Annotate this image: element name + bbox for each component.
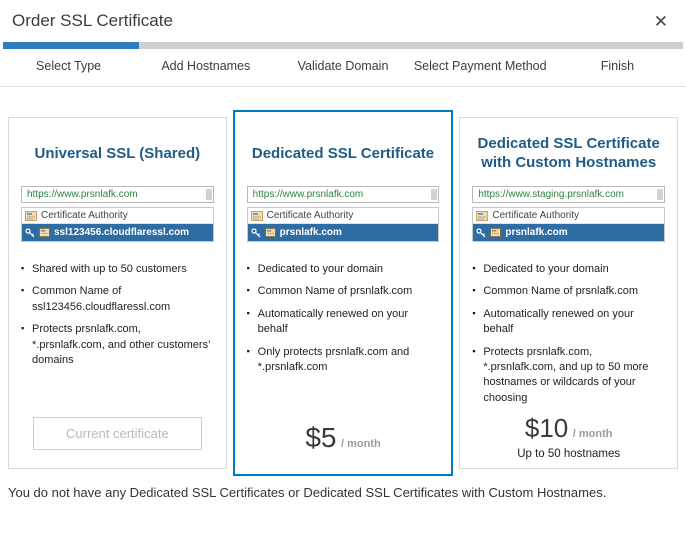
certificate-icon bbox=[476, 210, 489, 221]
card-title: Dedicated SSL Certificate bbox=[251, 144, 435, 162]
certificate-icon bbox=[25, 210, 37, 221]
certificate-list: Certificate Authority prsnlafk.com bbox=[472, 207, 666, 242]
url-text: https://www.prsnlafk.com bbox=[27, 189, 138, 200]
feature-item: Common Name of ssl123456.cloudflaressl.c… bbox=[21, 284, 214, 315]
close-icon[interactable]: ✕ bbox=[650, 11, 672, 32]
certificate-authority-label: Certificate Authority bbox=[492, 210, 580, 221]
feature-item: Automatically renewed on your behalf bbox=[472, 307, 665, 338]
price-unit: / month bbox=[340, 438, 381, 450]
certificate-name: ssl123456.cloudflaressl.com bbox=[54, 227, 190, 238]
step-add-hostnames: Add Hostnames bbox=[161, 59, 251, 73]
hostname-limit-note: Up to 50 hostnames bbox=[517, 448, 621, 461]
certificate-authority-row: Certificate Authority bbox=[247, 208, 439, 224]
price-unit: / month bbox=[572, 428, 613, 441]
address-bar: https://www.staging.prsnlafk.com bbox=[472, 186, 666, 203]
progress-fill bbox=[3, 42, 139, 49]
certificate-name: prsnlafk.com bbox=[505, 227, 568, 238]
price-amount: $5 bbox=[305, 422, 337, 453]
url-text: https://www.prsnlafk.com bbox=[252, 189, 364, 200]
card-dedicated-ssl-custom-hostnames[interactable]: Dedicated SSL Certificate with Custom Ho… bbox=[459, 117, 679, 469]
url-text: https://www.staging.prsnlafk.com bbox=[478, 189, 624, 200]
key-icon bbox=[25, 227, 35, 238]
address-bar: https://www.prsnlafk.com bbox=[21, 186, 214, 203]
key-icon bbox=[251, 227, 261, 238]
feature-item: Dedicated to your domain bbox=[472, 262, 665, 277]
browser-preview: https://www.prsnlafk.com Certificate Aut… bbox=[21, 186, 214, 242]
current-certificate-button[interactable]: Current certificate bbox=[32, 417, 203, 450]
feature-item: Shared with up to 50 customers bbox=[21, 262, 214, 277]
address-bar: https://www.prsnlafk.com bbox=[246, 186, 440, 203]
step-finish: Finish bbox=[600, 59, 635, 73]
feature-item: Protects prsnlafk.com, *.prsnlafk.com, a… bbox=[21, 322, 214, 368]
certificate-authority-label: Certificate Authority bbox=[41, 210, 128, 221]
price: $10 / month Up to 50 hostnames bbox=[472, 413, 665, 460]
certificate-name-row: ssl123456.cloudflaressl.com bbox=[22, 224, 213, 241]
scrollbar-nub bbox=[431, 189, 438, 200]
feature-list: Dedicated to your domain Common Name of … bbox=[247, 262, 440, 382]
feature-item: Automatically renewed on your behalf bbox=[247, 307, 440, 338]
header-divider bbox=[0, 86, 686, 87]
certificate-icon bbox=[250, 210, 263, 221]
step-select-type: Select Type bbox=[36, 59, 102, 73]
feature-list: Dedicated to your domain Common Name of … bbox=[472, 262, 665, 413]
step-nav: Select Type Add Hostnames Validate Domai… bbox=[0, 49, 686, 86]
certificate-name-row: prsnlafk.com bbox=[247, 224, 439, 241]
step-validate-domain: Validate Domain bbox=[297, 59, 389, 73]
page-title: Order SSL Certificate bbox=[12, 11, 173, 30]
scrollbar-nub bbox=[657, 189, 664, 200]
feature-item: Common Name of prsnlafk.com bbox=[247, 284, 440, 299]
certificate-authority-row: Certificate Authority bbox=[22, 208, 213, 224]
feature-item: Dedicated to your domain bbox=[247, 262, 440, 277]
browser-preview: https://www.staging.prsnlafk.com Certifi… bbox=[472, 186, 666, 242]
card-dedicated-ssl[interactable]: Dedicated SSL Certificate https://www.pr… bbox=[232, 110, 454, 476]
browser-preview: https://www.prsnlafk.com Certificate Aut… bbox=[246, 186, 440, 242]
feature-item: Protects prsnlafk.com, *.prsnlafk.com, a… bbox=[472, 345, 665, 407]
scrollbar-nub bbox=[205, 189, 212, 200]
card-universal-ssl[interactable]: Universal SSL (Shared) https://www.prsnl… bbox=[8, 117, 227, 469]
certificate-authority-row: Certificate Authority bbox=[473, 208, 665, 224]
price: $5 / month bbox=[247, 422, 440, 454]
plan-cards: Universal SSL (Shared) https://www.prsnl… bbox=[0, 110, 686, 476]
progress-bar bbox=[3, 42, 683, 49]
card-title: Dedicated SSL Certificate with Custom Ho… bbox=[477, 135, 660, 171]
certificate-list: Certificate Authority ssl123456.cloudfla… bbox=[21, 207, 214, 242]
step-select-payment-method: Select Payment Method bbox=[413, 59, 547, 73]
certificate-icon bbox=[264, 228, 276, 237]
certificate-list: Certificate Authority prsnlafk.com bbox=[246, 207, 440, 242]
certificate-icon bbox=[490, 228, 502, 237]
card-title: Universal SSL (Shared) bbox=[34, 144, 201, 162]
price-amount: $10 bbox=[524, 413, 569, 444]
certificate-icon bbox=[39, 228, 50, 237]
modal-header: Order SSL Certificate ✕ bbox=[0, 0, 686, 38]
certificate-name-row: prsnlafk.com bbox=[473, 224, 665, 241]
certificate-authority-label: Certificate Authority bbox=[266, 210, 354, 221]
feature-list: Shared with up to 50 customers Common Na… bbox=[21, 262, 214, 375]
key-icon bbox=[476, 227, 486, 238]
feature-item: Only protects prsnlafk.com and *.prsnlaf… bbox=[247, 345, 440, 376]
certificate-name: prsnlafk.com bbox=[279, 227, 342, 238]
feature-item: Common Name of prsnlafk.com bbox=[472, 284, 665, 299]
